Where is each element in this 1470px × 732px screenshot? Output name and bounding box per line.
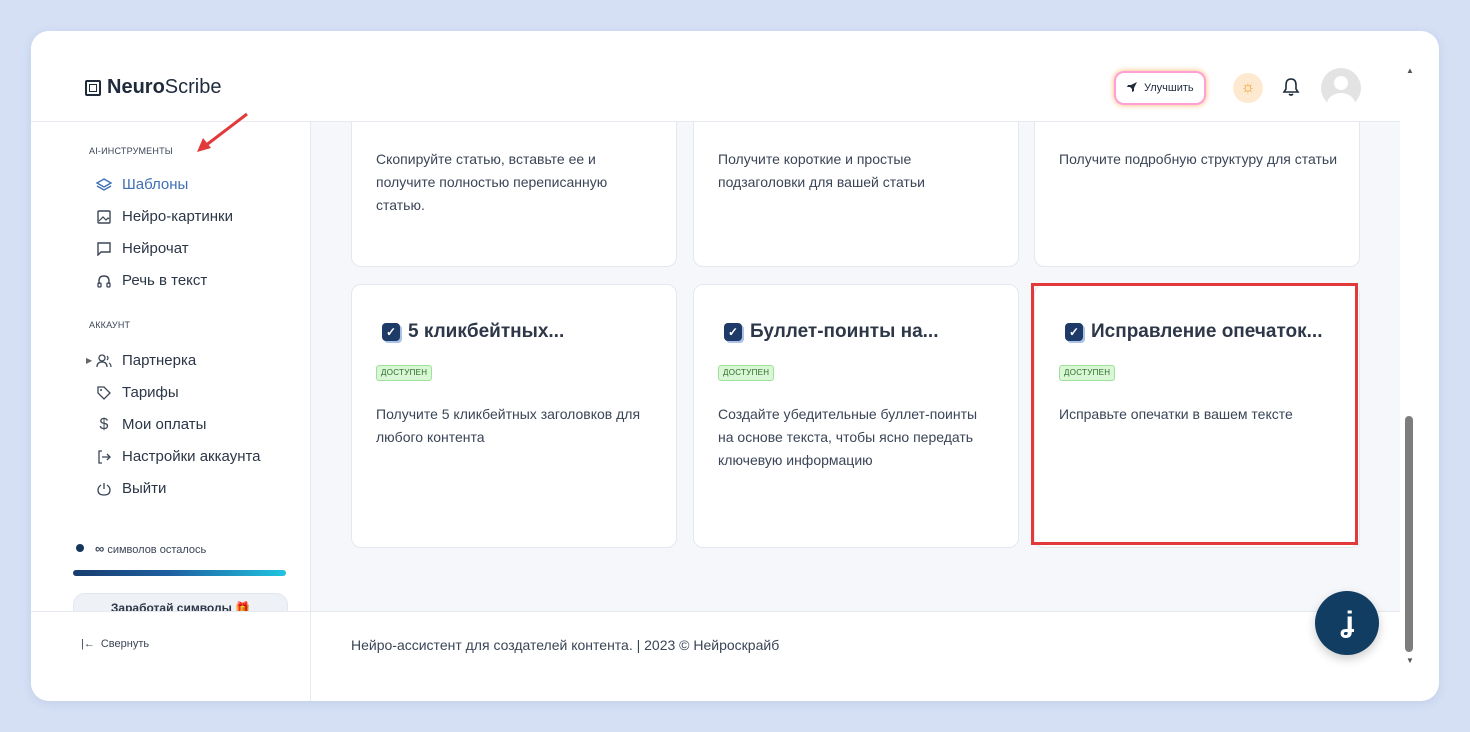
- logo-icon: [85, 79, 101, 96]
- symbols-label: символов осталось: [107, 544, 207, 556]
- card-title: ✓ 5 кликбейтных...: [382, 321, 564, 343]
- sidebar-item-label: Настройки аккаунта: [122, 448, 261, 465]
- card-title-text: Буллет-поинты на...: [750, 321, 939, 342]
- tag-icon: [96, 385, 112, 401]
- card-description: Получите короткие и простые подзаголовки…: [718, 151, 925, 190]
- template-card[interactable]: Получите подробную структуру для статьи: [1034, 122, 1360, 267]
- checkbox-icon: ✓: [1065, 323, 1083, 341]
- sidebar-item-account-settings[interactable]: Настройки аккаунта: [96, 448, 261, 465]
- dollar-icon: $: [99, 415, 109, 433]
- scroll-down-icon[interactable]: ▼: [1406, 656, 1414, 665]
- users-icon: [96, 353, 112, 369]
- sidebar-item-label: Речь в текст: [122, 272, 208, 289]
- section-title-ai: AI-ИНСТРУМЕНТЫ: [89, 146, 173, 156]
- sidebar-item-tariffs[interactable]: Тарифы: [96, 384, 179, 401]
- symbols-remaining: ∞ символов осталось: [95, 541, 206, 556]
- logo-light-text: Scribe: [164, 76, 222, 98]
- theme-toggle-sun-icon[interactable]: ☼: [1233, 73, 1263, 103]
- template-card-typo-fix[interactable]: ✓ Исправление опечаток... ДОСТУПЕН Исправ…: [1034, 284, 1360, 548]
- card-description: Получите подробную структуру для статьи: [1059, 151, 1338, 167]
- sidebar-item-label: Тарифы: [122, 384, 179, 401]
- sidebar-item-templates[interactable]: Шаблоны: [96, 176, 188, 193]
- bell-icon[interactable]: [1279, 75, 1303, 99]
- sidebar-item-logout[interactable]: Выйти: [96, 480, 166, 497]
- card-title: ✓ Исправление опечаток...: [1065, 321, 1322, 343]
- template-card-bullets[interactable]: ✓ Буллет-поинты на... ДОСТУПЕН Создайте у…: [693, 284, 1019, 548]
- chevron-right-icon[interactable]: ▶: [86, 356, 92, 365]
- template-card[interactable]: Получите короткие и простые подзаголовки…: [693, 122, 1019, 267]
- collapse-button[interactable]: |← Свернуть: [81, 638, 149, 650]
- card-title-text: 5 кликбейтных...: [408, 321, 565, 342]
- chat-icon: [96, 241, 112, 257]
- template-card[interactable]: Скопируйте статью, вставьте ее и получит…: [351, 122, 677, 267]
- upgrade-button[interactable]: Улучшить: [1116, 73, 1204, 103]
- card-description: Исправьте опечатки в вашем тексте: [1059, 406, 1293, 422]
- status-dot: [76, 544, 84, 552]
- app-window: NeuroScribe Улучшить ☼ AI-ИНСТРУМЕНТЫ Ша…: [31, 31, 1439, 701]
- card-title: ✓ Буллет-поинты на...: [724, 321, 939, 343]
- rocket-icon: [1126, 81, 1138, 96]
- status-badge: ДОСТУПЕН: [718, 365, 775, 381]
- image-icon: [96, 209, 112, 225]
- annotation-arrow: [195, 110, 255, 165]
- layers-icon: [96, 177, 112, 193]
- top-bar: NeuroScribe Улучшить ☼: [31, 31, 1400, 122]
- avatar[interactable]: [1321, 68, 1361, 108]
- sidebar-item-neuro-images[interactable]: Нейро-картинки: [96, 208, 233, 225]
- collapse-label: Свернуть: [100, 638, 150, 650]
- template-card-clickbait[interactable]: ✓ 5 кликбейтных... ДОСТУПЕН Получите 5 кл…: [351, 284, 677, 548]
- upgrade-label: Улучшить: [1144, 82, 1194, 94]
- card-title-text: Исправление опечаток...: [1091, 321, 1323, 342]
- footer-text: Нейро-ассистент для создателей контента.…: [351, 637, 780, 653]
- sidebar-item-partner[interactable]: Партнерка: [96, 352, 196, 369]
- templates-grid: Скопируйте статью, вставьте ее и получит…: [311, 122, 1400, 611]
- sidebar-item-neurochat[interactable]: Нейрочат: [96, 240, 189, 257]
- footer: Нейро-ассистент для создателей контента.…: [311, 611, 1400, 671]
- sidebar-item-label: Выйти: [122, 480, 167, 497]
- power-icon: [96, 481, 112, 497]
- logo[interactable]: NeuroScribe: [85, 76, 222, 99]
- sidebar-item-label: Шаблоны: [122, 176, 189, 193]
- checkbox-icon: ✓: [382, 323, 400, 341]
- sidebar-item-speech-to-text[interactable]: Речь в текст: [96, 272, 207, 289]
- scrollbar-thumb[interactable]: [1405, 416, 1413, 652]
- checkbox-icon: ✓: [724, 323, 742, 341]
- logo-bold-text: Neuro: [107, 76, 165, 98]
- scroll-up-icon[interactable]: ▲: [1406, 66, 1414, 75]
- headphones-icon: [96, 273, 112, 289]
- login-icon: [96, 449, 112, 465]
- card-description: Создайте убедительные буллет-поинты на о…: [718, 406, 978, 468]
- status-badge: ДОСТУПЕН: [376, 365, 433, 381]
- collapse-bar: |← Свернуть: [31, 611, 310, 671]
- symbols-progress-bar: [73, 570, 286, 576]
- collapse-arrow-icon: |←: [81, 638, 95, 650]
- sidebar-item-label: Мои оплаты: [122, 416, 207, 433]
- infinity-symbol: ∞: [95, 541, 105, 556]
- chat-widget-button[interactable]: ʝ: [1315, 591, 1379, 655]
- sidebar-item-payments[interactable]: $ Мои оплаты: [96, 415, 207, 434]
- sidebar: AI-ИНСТРУМЕНТЫ Шаблоны Нейро-картинки Не…: [31, 112, 311, 701]
- status-badge: ДОСТУПЕН: [1059, 365, 1116, 381]
- scrollbar[interactable]: ▲ ▼: [1400, 62, 1422, 672]
- sidebar-item-label: Партнерка: [122, 352, 197, 369]
- card-description: Получите 5 кликбейтных заголовков для лю…: [376, 406, 641, 445]
- sidebar-item-label: Нейрочат: [122, 240, 189, 257]
- card-description: Скопируйте статью, вставьте ее и получит…: [376, 151, 608, 213]
- section-title-account: АККАУНТ: [89, 320, 131, 330]
- sidebar-item-label: Нейро-картинки: [122, 208, 233, 225]
